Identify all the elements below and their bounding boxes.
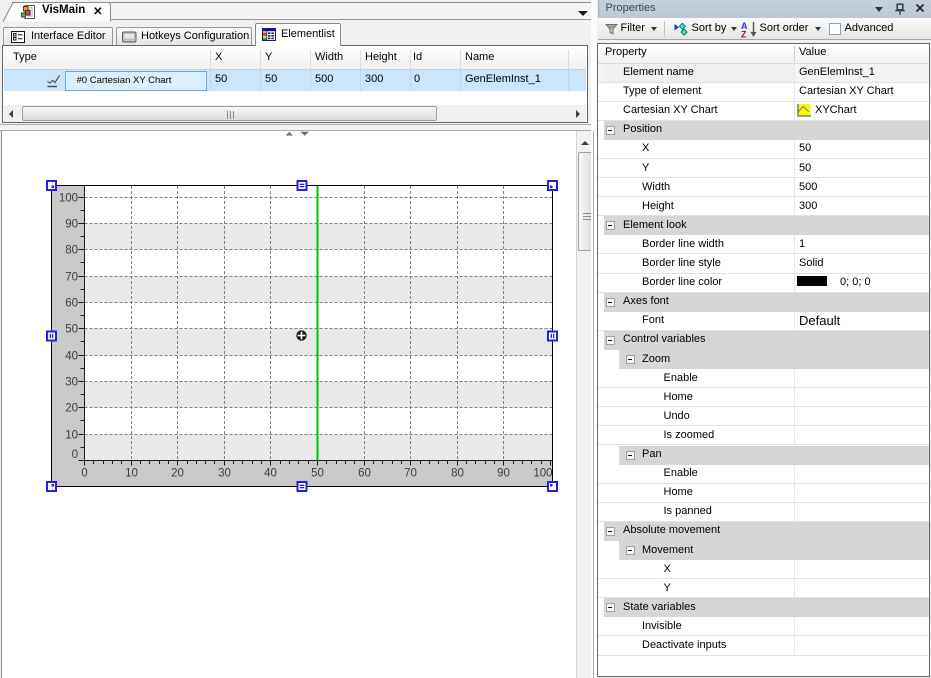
svg-text:40: 40 <box>264 468 277 480</box>
svg-text:40: 40 <box>65 351 78 363</box>
svg-text:70: 70 <box>65 272 78 284</box>
svg-text:70: 70 <box>404 468 417 480</box>
svg-text:50: 50 <box>311 468 324 480</box>
svg-text:30: 30 <box>65 377 78 389</box>
svg-text:90: 90 <box>65 219 78 231</box>
svg-text:0: 0 <box>81 468 87 480</box>
svg-text:30: 30 <box>218 468 231 480</box>
svg-text:Z: Z <box>741 29 747 38</box>
svg-text:60: 60 <box>358 468 371 480</box>
svg-text:20: 20 <box>65 403 78 415</box>
svg-text:90: 90 <box>497 468 510 480</box>
svg-text:20: 20 <box>171 468 184 480</box>
svg-text:100: 100 <box>533 468 552 480</box>
svg-text:80: 80 <box>451 468 464 480</box>
svg-text:10: 10 <box>125 468 138 480</box>
svg-text:100: 100 <box>59 193 78 205</box>
svg-text:50: 50 <box>65 324 78 336</box>
svg-text:80: 80 <box>65 245 78 257</box>
svg-text:10: 10 <box>65 430 78 442</box>
svg-text:60: 60 <box>65 298 78 310</box>
svg-text:0: 0 <box>72 449 78 461</box>
